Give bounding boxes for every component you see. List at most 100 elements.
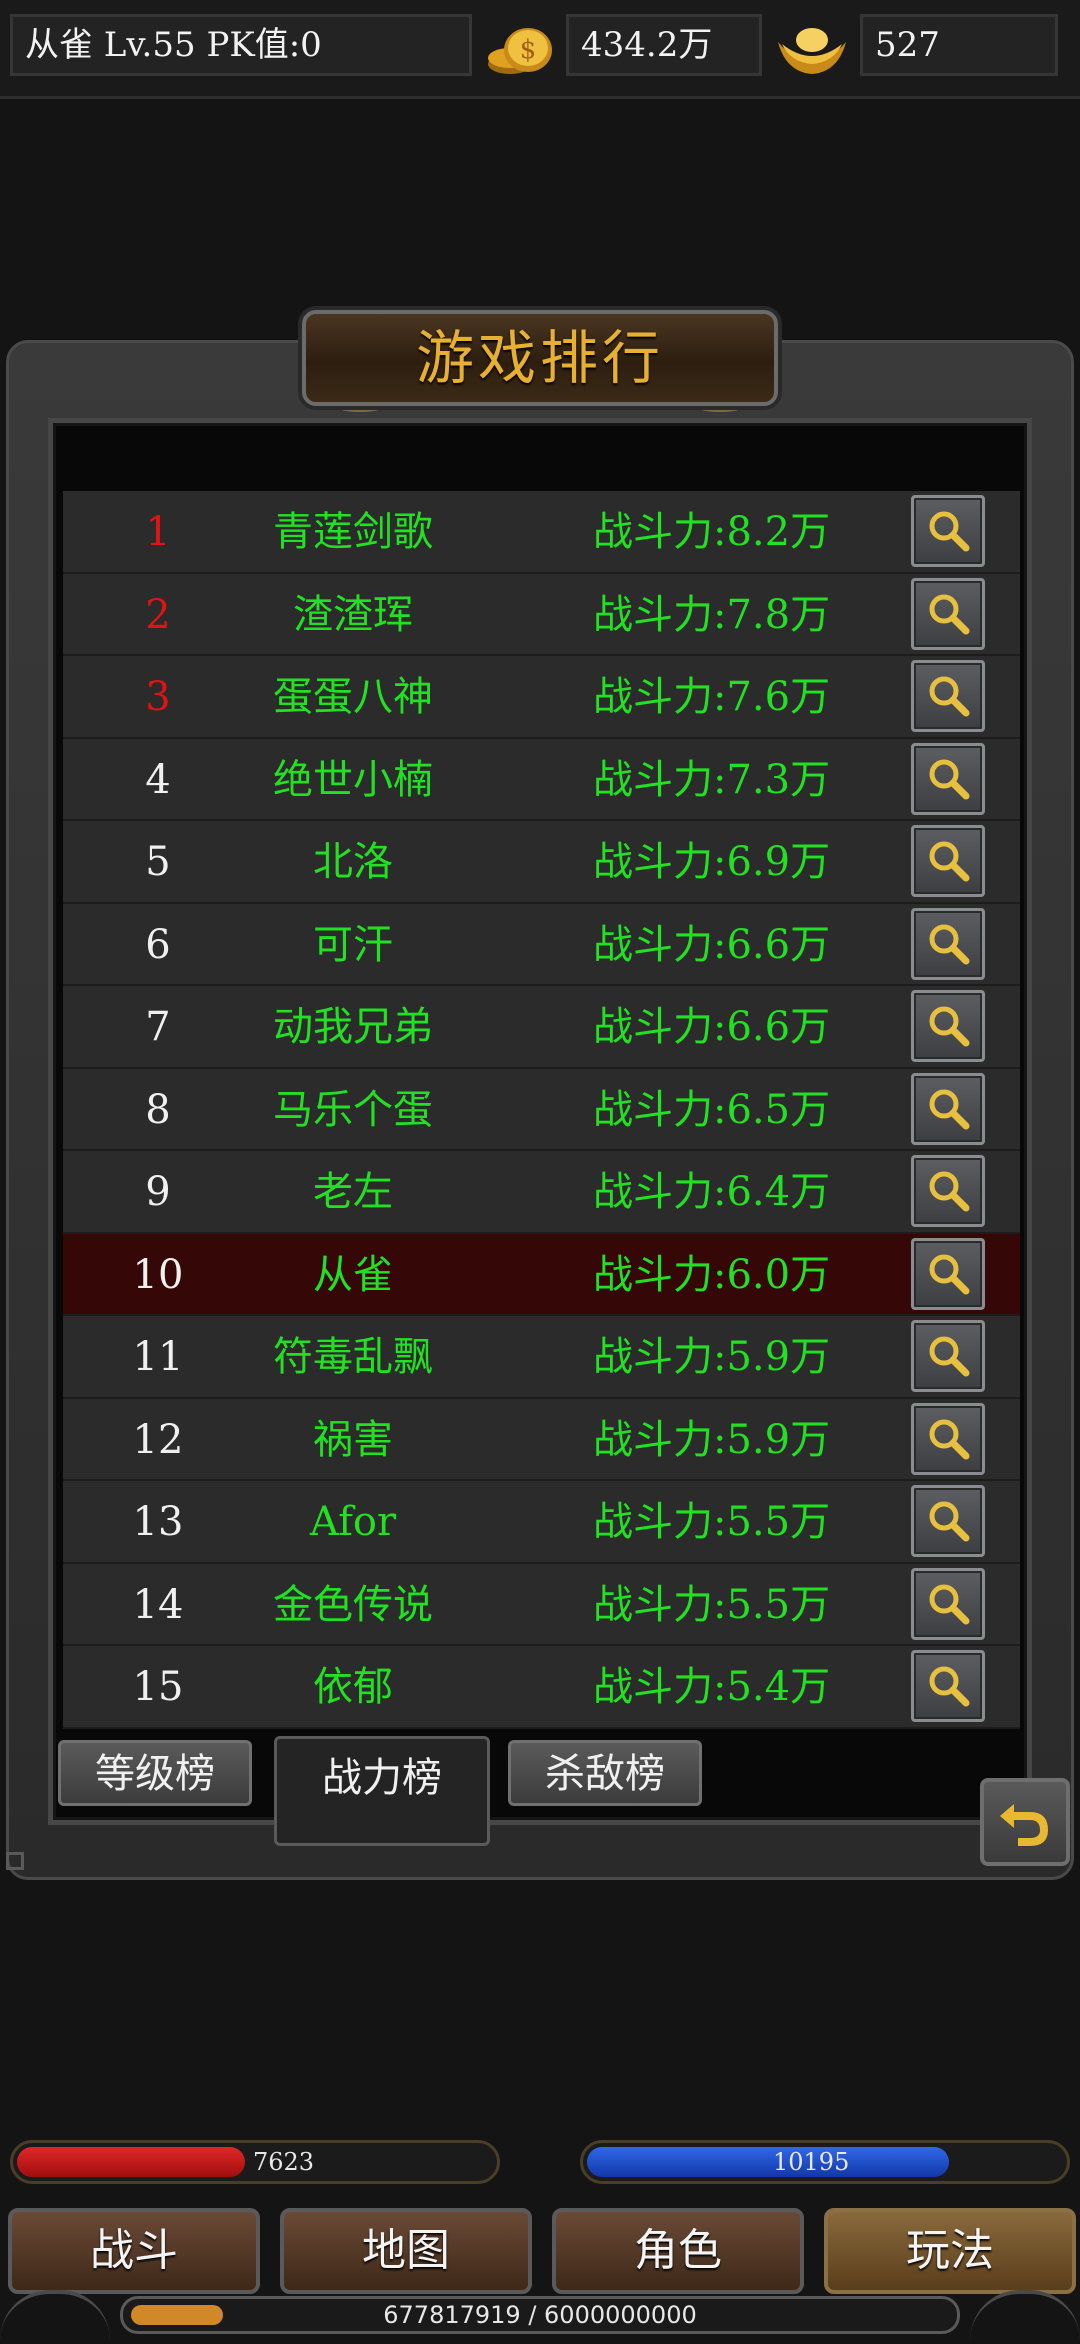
combat-power: 战斗力:7.3万 bbox=[593, 756, 831, 803]
rank-number: 8 bbox=[145, 1086, 171, 1133]
combat-power: 战斗力:5.9万 bbox=[593, 1416, 831, 1463]
ranking-row: 8 马乐个蛋 战斗力:6.5万 bbox=[63, 1068, 1020, 1151]
ranking-list: 1 青莲剑歌 战斗力:8.2万 2 渣渣珲 战斗力:7.8万 3 蛋蛋八神 战斗力:7.6万 4 绝… bbox=[63, 491, 1020, 1729]
bottom-ornament-left bbox=[0, 2290, 110, 2344]
ranking-row: 14 金色传说 战斗力:5.5万 bbox=[63, 1563, 1020, 1646]
player-name: 老左 bbox=[313, 1169, 393, 1215]
magnifier-icon bbox=[929, 1501, 970, 1542]
tab-level-ranking[interactable]: 等级榜 bbox=[58, 1740, 252, 1806]
ranking-row: 9 老左 战斗力:6.4万 bbox=[63, 1151, 1020, 1234]
view-player-button[interactable] bbox=[911, 577, 985, 650]
view-player-button[interactable] bbox=[911, 495, 985, 567]
player-name: 金色传说 bbox=[273, 1581, 433, 1628]
player-name: 马乐个蛋 bbox=[273, 1086, 433, 1133]
player-name: 符毒乱飘 bbox=[273, 1334, 433, 1380]
player-name: 绝世小楠 bbox=[273, 756, 433, 803]
gold-amount: 434.2万 bbox=[566, 14, 762, 76]
view-player-button[interactable] bbox=[911, 1650, 985, 1722]
ranking-row: 7 动我兄弟 战斗力:6.6万 bbox=[63, 986, 1020, 1069]
player-name: 北洛 bbox=[313, 839, 393, 885]
mp-bar-fill bbox=[587, 2147, 949, 2177]
magnifier-icon bbox=[929, 594, 970, 634]
rank-number: 5 bbox=[145, 839, 171, 885]
rank-number: 11 bbox=[132, 1334, 184, 1380]
nav-gameplay-button[interactable]: 玩法 bbox=[824, 2208, 1076, 2294]
rank-number: 1 bbox=[145, 509, 171, 555]
gold-coins-icon: $ bbox=[480, 16, 560, 80]
magnifier-icon bbox=[929, 924, 970, 964]
magnifier-icon bbox=[929, 511, 970, 552]
mp-value: 10195 bbox=[773, 2148, 850, 2176]
panel-title: 游戏排行 bbox=[415, 324, 664, 392]
view-player-button[interactable] bbox=[911, 1567, 985, 1640]
view-player-button[interactable] bbox=[911, 1320, 985, 1392]
view-player-button[interactable] bbox=[911, 742, 985, 815]
player-name: Afor bbox=[309, 1499, 397, 1545]
ranking-row: 15 依郁 战斗力:5.4万 bbox=[63, 1646, 1020, 1729]
svg-text:$: $ bbox=[520, 35, 537, 65]
view-player-button[interactable] bbox=[911, 1155, 985, 1227]
view-player-button[interactable] bbox=[911, 907, 985, 980]
nav-character-button[interactable]: 角色 bbox=[552, 2208, 804, 2294]
player-name: 可汗 bbox=[313, 921, 393, 968]
tab-power-ranking[interactable]: 战力榜 bbox=[274, 1736, 490, 1846]
player-name: 蛋蛋八神 bbox=[273, 674, 433, 720]
magnifier-icon bbox=[929, 759, 970, 799]
view-player-button[interactable] bbox=[911, 1402, 985, 1475]
ranking-row: 11 符毒乱飘 战斗力:5.9万 bbox=[63, 1316, 1020, 1399]
hp-bar-fill bbox=[17, 2147, 246, 2177]
player-info: 从雀 Lv.55 PK值:0 bbox=[10, 14, 472, 76]
combat-power: 战斗力:6.6万 bbox=[593, 921, 831, 968]
ranking-row: 6 可汗 战斗力:6.6万 bbox=[63, 903, 1020, 986]
rank-number: 14 bbox=[132, 1581, 184, 1628]
rank-number: 7 bbox=[145, 1004, 171, 1050]
gold-ingot-icon bbox=[772, 16, 852, 80]
view-player-button[interactable] bbox=[911, 1485, 985, 1557]
combat-power: 战斗力:5.4万 bbox=[593, 1664, 831, 1710]
view-player-button[interactable] bbox=[911, 990, 985, 1062]
player-name: 青莲剑歌 bbox=[273, 509, 433, 555]
magnifier-icon bbox=[929, 1336, 970, 1377]
rank-number: 6 bbox=[145, 921, 171, 968]
player-name: 依郁 bbox=[313, 1664, 393, 1710]
player-name: 渣渣珲 bbox=[293, 591, 413, 638]
combat-power: 战斗力:6.4万 bbox=[593, 1169, 831, 1215]
rank-number: 2 bbox=[145, 591, 171, 638]
view-player-button[interactable] bbox=[911, 1237, 985, 1310]
view-player-button[interactable] bbox=[911, 660, 985, 732]
hp-value: 7623 bbox=[253, 2148, 315, 2176]
rank-number: 4 bbox=[145, 756, 171, 803]
rank-number: 12 bbox=[132, 1416, 184, 1463]
combat-power: 战斗力:6.0万 bbox=[593, 1251, 831, 1298]
rank-number: 9 bbox=[145, 1169, 171, 1215]
view-player-button[interactable] bbox=[911, 825, 985, 897]
nav-map-button[interactable]: 地图 bbox=[280, 2208, 532, 2294]
tab-kill-ranking[interactable]: 杀敌榜 bbox=[508, 1740, 702, 1806]
ranking-row: 12 祸害 战斗力:5.9万 bbox=[63, 1398, 1020, 1481]
exp-bar: 677817919 / 6000000000 bbox=[120, 2296, 960, 2334]
magnifier-icon bbox=[929, 1419, 970, 1459]
ranking-row: 5 北洛 战斗力:6.9万 bbox=[63, 821, 1020, 904]
view-player-button[interactable] bbox=[911, 1072, 985, 1145]
combat-power: 战斗力:5.9万 bbox=[593, 1334, 831, 1380]
combat-power: 战斗力:7.6万 bbox=[593, 674, 831, 720]
ranking-row: 3 蛋蛋八神 战斗力:7.6万 bbox=[63, 656, 1020, 739]
magnifier-icon bbox=[929, 1666, 970, 1707]
combat-power: 战斗力:5.5万 bbox=[593, 1581, 831, 1628]
hp-bar: 7623 bbox=[10, 2140, 500, 2184]
magnifier-icon bbox=[929, 676, 970, 717]
ranking-row: 4 绝世小楠 战斗力:7.3万 bbox=[63, 738, 1020, 821]
player-name: 祸害 bbox=[313, 1416, 393, 1463]
back-button[interactable] bbox=[980, 1778, 1070, 1866]
ranking-row: 10 从雀 战斗力:6.0万 bbox=[63, 1233, 1020, 1316]
combat-power: 战斗力:6.6万 bbox=[593, 1004, 831, 1050]
combat-power: 战斗力:6.9万 bbox=[593, 839, 831, 885]
nav-battle-button[interactable]: 战斗 bbox=[8, 2208, 260, 2294]
rank-number: 13 bbox=[132, 1499, 184, 1545]
player-name: 从雀 bbox=[313, 1251, 393, 1298]
rank-number: 15 bbox=[132, 1664, 184, 1710]
player-name: 动我兄弟 bbox=[273, 1004, 433, 1050]
ranking-row: 1 青莲剑歌 战斗力:8.2万 bbox=[63, 491, 1020, 574]
magnifier-icon bbox=[929, 841, 970, 882]
magnifier-icon bbox=[929, 1089, 970, 1129]
